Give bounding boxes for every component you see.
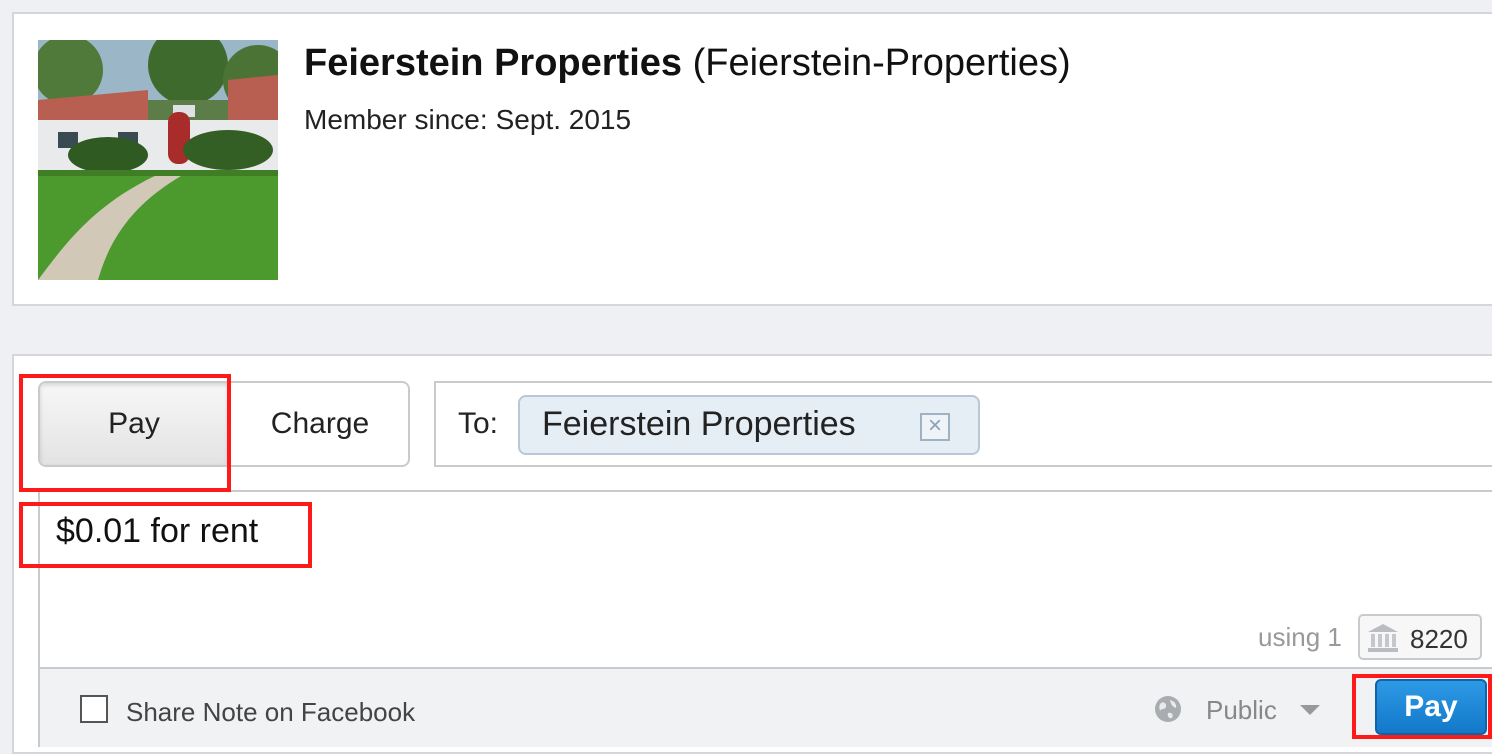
charge-tab[interactable]: Charge — [232, 383, 408, 465]
bank-icon — [1366, 622, 1400, 654]
pay-tab[interactable]: Pay — [40, 383, 230, 465]
globe-icon — [1154, 695, 1182, 723]
privacy-dropdown[interactable]: Public — [1190, 689, 1330, 729]
pay-charge-toggle: Pay Charge — [38, 381, 410, 467]
profile-name-line: Feierstein Properties (Feierstein-Proper… — [304, 42, 1071, 85]
member-since: Member since: Sept. 2015 — [304, 104, 639, 136]
close-icon[interactable]: × — [920, 413, 950, 441]
profile-display-name: Feierstein Properties — [304, 42, 683, 84]
profile-username: (Feierstein-Properties) — [692, 42, 1071, 84]
funding-source-button[interactable]: 8220 — [1358, 614, 1482, 660]
recipient-field[interactable]: To: Feierstein Properties × — [434, 381, 1492, 467]
privacy-label: Public — [1206, 695, 1277, 725]
recipient-token[interactable]: Feierstein Properties × — [518, 395, 980, 455]
to-label: To: — [458, 407, 499, 440]
profile-photo — [38, 40, 278, 280]
chevron-down-icon — [1300, 705, 1320, 715]
member-since-label: Member since: — [304, 104, 488, 135]
footer-bar: Share Note on Facebook Public — [38, 667, 1492, 747]
recipient-name: Feierstein Properties — [542, 405, 856, 443]
pay-submit-button[interactable]: Pay — [1375, 679, 1487, 735]
share-facebook-checkbox[interactable] — [80, 695, 108, 723]
account-last4: 8220 — [1410, 624, 1468, 654]
member-since-value: Sept. 2015 — [495, 104, 632, 135]
note-text: $0.01 for rent — [56, 512, 259, 550]
using-text: using 1 — [1258, 622, 1342, 652]
share-facebook-label[interactable]: Share Note on Facebook — [126, 697, 415, 728]
